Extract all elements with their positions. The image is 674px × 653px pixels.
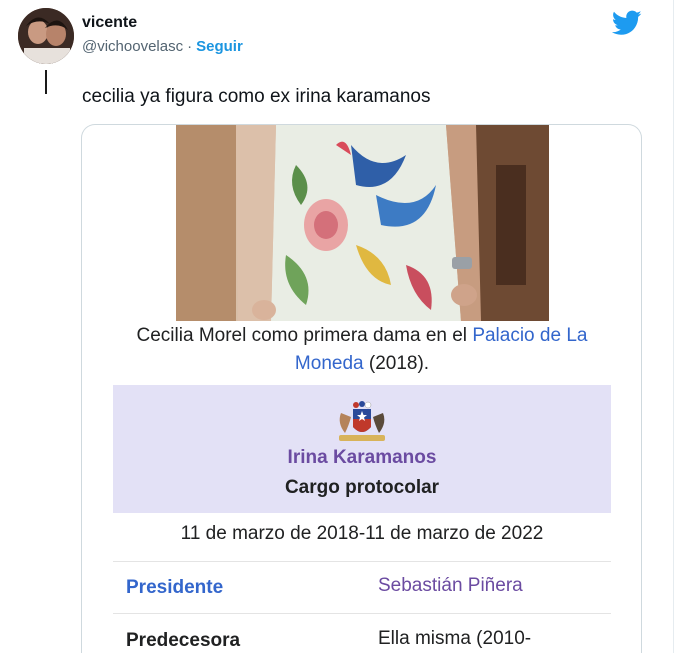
term-dates: 11 de marzo de 2018-11 de marzo de 2022 — [180, 523, 544, 544]
row-label-predecesora: Predecesora — [126, 630, 241, 651]
divider — [113, 613, 611, 614]
tweet-text: cecilia ya figura como ex irina karamano… — [82, 86, 431, 107]
wiki-photo — [176, 125, 549, 321]
office-subtitle: Cargo protocolar — [284, 477, 440, 498]
coat-of-arms-icon — [339, 401, 385, 441]
author-handle[interactable]: @vichoovelasc — [82, 38, 183, 55]
floral-dress-photo — [176, 125, 549, 321]
author-name[interactable]: vicente — [82, 14, 137, 32]
tweet-card: vicente @vichoovelasc · Seguir cecilia ya … — [0, 0, 674, 653]
thread-line — [45, 70, 47, 94]
caption-text: Cecilia Morel como primera dama en el — [136, 325, 473, 346]
row-value-presidente[interactable]: Sebastián Piñera — [378, 575, 523, 597]
twitter-bird-icon[interactable] — [612, 10, 642, 36]
avatar-photo — [18, 8, 74, 64]
attached-image[interactable]: Cecilia Morel como primera dama en el Pa… — [81, 124, 642, 653]
separator-dot: · — [187, 38, 193, 55]
divider — [113, 561, 611, 562]
office-name[interactable]: Irina Karamanos — [113, 447, 611, 469]
photo-caption: Cecilia Morel como primera dama en el Pa… — [112, 322, 612, 378]
handle-row: @vichoovelasc · Seguir — [82, 38, 243, 55]
caption-year: (2018). — [363, 353, 430, 374]
follow-button[interactable]: Seguir — [196, 38, 243, 55]
avatar[interactable] — [18, 8, 74, 64]
row-label-presidente[interactable]: Presidente — [126, 577, 223, 599]
row-value-predecesora: Ella misma (2010- — [378, 628, 532, 649]
infobox-header: Irina Karamanos Cargo protocolar — [113, 385, 611, 513]
